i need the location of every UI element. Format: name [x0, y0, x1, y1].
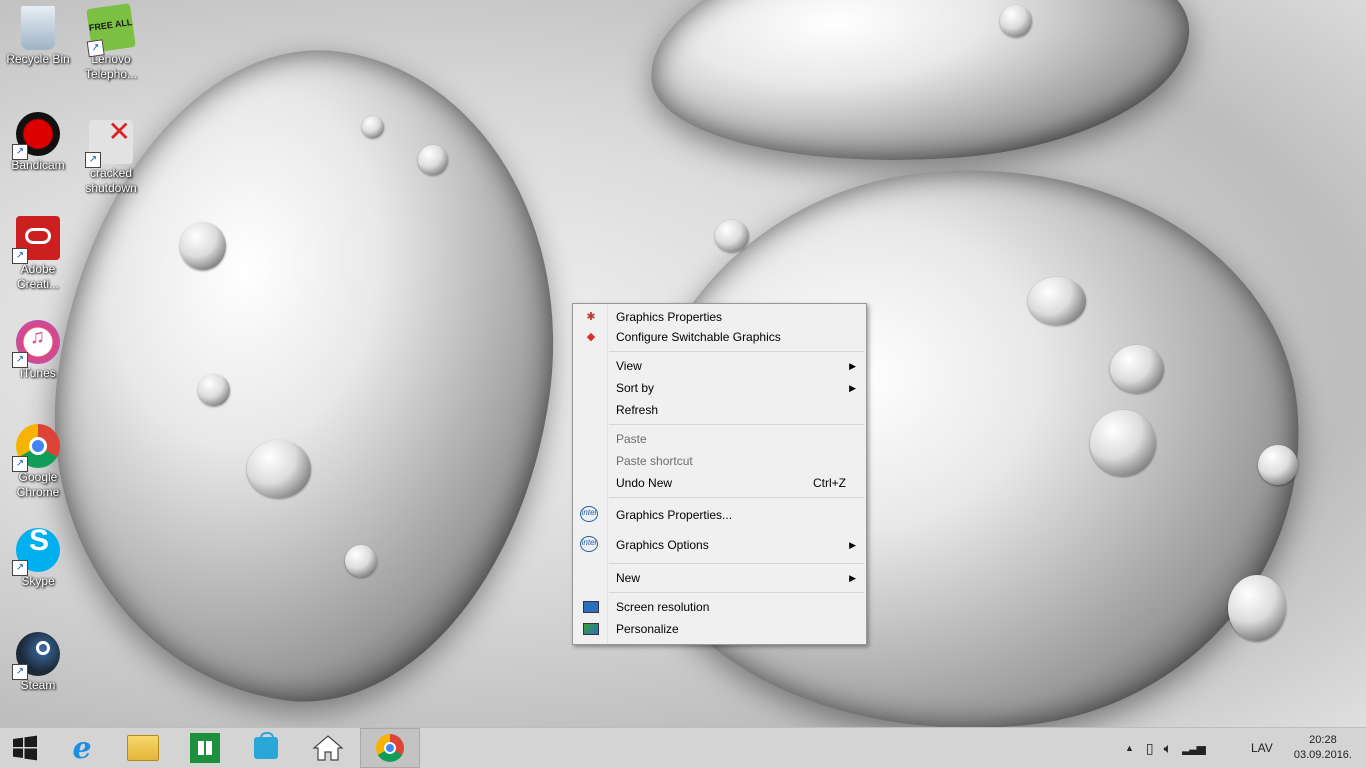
menu-item-sort-by[interactable]: Sort by ▶: [575, 377, 864, 399]
desktop-icon-adobe-creative-cloud[interactable]: ↗ Adobe Creati...: [2, 216, 74, 292]
water-drop: [1090, 410, 1156, 476]
system-tray: ▲ ▯ 🔈︎ ▂▃▅: [1125, 728, 1206, 768]
shortcut-arrow-icon: ↗: [12, 456, 28, 472]
screen-resolution-icon: [583, 601, 599, 613]
water-drop: [180, 222, 226, 270]
clock-date: 03.09.2016.: [1293, 749, 1352, 761]
desktop-context-menu: ✱ Graphics Properties ◆ Configure Switch…: [572, 303, 867, 645]
adobe-creative-cloud-icon: ↗: [12, 216, 60, 264]
clock[interactable]: 20:28 03.09.2016.: [1294, 733, 1352, 763]
chevron-right-icon: ▶: [849, 573, 856, 583]
menu-item-intel-graphics-options[interactable]: intel Graphics Options ▶: [575, 532, 864, 558]
menu-separator: [609, 563, 864, 564]
taskbar-google-chrome[interactable]: [360, 728, 420, 768]
desktop-icon-cracked-shutdown[interactable]: ✕ ↗ cracked shutdown: [75, 118, 147, 196]
menu-item-new[interactable]: New ▶: [575, 567, 864, 589]
clock-time: 20:28: [1309, 734, 1337, 746]
home-icon: [312, 735, 344, 761]
intel-logo-icon: intel: [580, 536, 598, 552]
start-icon: [13, 735, 37, 761]
chevron-right-icon: ▶: [849, 540, 856, 550]
internet-explorer-icon: e: [72, 730, 92, 766]
network-signal-icon[interactable]: ▂▃▅: [1182, 741, 1206, 755]
menu-separator: [609, 497, 864, 498]
skype-icon: S ↗: [12, 526, 60, 576]
taskbar-file-explorer[interactable]: [113, 728, 173, 768]
start-button[interactable]: [0, 728, 50, 768]
lenovo-telephony-icon: FREE ALL ↗: [86, 3, 136, 58]
shortcut-arrow-icon: ↗: [86, 39, 105, 58]
menu-item-personalize[interactable]: Personalize: [575, 618, 864, 640]
shortcut-arrow-icon: ↗: [12, 352, 28, 368]
show-hidden-icons-icon[interactable]: ▲: [1125, 743, 1134, 753]
shortcut-arrow-icon: ↗: [12, 664, 28, 680]
desktop-icon-google-chrome[interactable]: ↗ Google Chrome: [2, 424, 74, 500]
water-drop: [198, 374, 230, 406]
graphics-properties-icon: ✱: [586, 311, 596, 323]
menu-item-undo-new[interactable]: Undo New Ctrl+Z: [575, 472, 864, 494]
menu-item-intel-graphics-properties[interactable]: intel Graphics Properties...: [575, 502, 864, 528]
taskbar-windows-store[interactable]: [175, 728, 235, 768]
menu-item-screen-resolution[interactable]: Screen resolution: [575, 596, 864, 618]
taskbar-home[interactable]: [298, 728, 358, 768]
steam-icon: ↗: [12, 632, 60, 680]
menu-item-paste-shortcut: Paste shortcut: [616, 454, 693, 468]
menu-item-view[interactable]: View ▶: [575, 355, 864, 377]
taskbar-store-bag[interactable]: [236, 728, 296, 768]
store-bag-icon: [254, 732, 278, 759]
menu-separator: [609, 424, 864, 425]
water-drop: [362, 116, 384, 138]
desktop-icon-steam[interactable]: ↗ Steam: [2, 632, 74, 693]
water-drop: [345, 545, 377, 577]
switchable-graphics-icon: ◆: [586, 331, 596, 343]
itunes-icon: ♫ ↗: [12, 320, 60, 368]
power-battery-icon[interactable]: ▯: [1146, 740, 1154, 757]
water-drop: [715, 220, 749, 252]
shortcut-text: Ctrl+Z: [813, 476, 846, 490]
bandicam-icon: ↗: [12, 112, 60, 160]
file-explorer-icon: [127, 735, 159, 761]
menu-separator: [609, 351, 864, 352]
windows-store-icon: [190, 733, 220, 763]
shortcut-arrow-icon: ↗: [12, 248, 28, 264]
language-indicator[interactable]: LAV: [1251, 728, 1273, 768]
shortcut-arrow-icon: ↗: [85, 152, 101, 168]
wallpaper-stone: [642, 0, 1198, 179]
menu-item-refresh[interactable]: Refresh: [575, 399, 864, 421]
water-drop: [418, 145, 448, 175]
water-drop: [1110, 345, 1164, 393]
menu-item-configure-switchable-graphics[interactable]: ◆ Configure Switchable Graphics: [575, 326, 864, 348]
water-drop: [1000, 5, 1032, 37]
shortcut-arrow-icon: ↗: [12, 144, 28, 160]
taskbar: e ▲ ▯ 🔈︎ ▂▃▅ LAV 20:28 03.09.2016.: [0, 727, 1366, 768]
recycle-bin-icon: [21, 6, 55, 50]
intel-logo-icon: intel: [580, 506, 598, 522]
water-drop: [1028, 277, 1086, 325]
chevron-right-icon: ▶: [849, 361, 856, 371]
menu-item-paste: Paste: [616, 432, 647, 446]
desktop-icon-recycle-bin[interactable]: Recycle Bin: [2, 6, 74, 67]
water-drop: [1228, 575, 1286, 641]
menu-separator: [609, 592, 864, 593]
cracked-shutdown-icon: ✕ ↗: [85, 118, 133, 168]
desktop-icon-lenovo-telephony[interactable]: FREE ALL ↗ Lenovo Telepho...: [75, 3, 147, 82]
google-chrome-icon: ↗: [12, 424, 60, 472]
shortcut-arrow-icon: ↗: [12, 560, 28, 576]
chevron-right-icon: ▶: [849, 383, 856, 393]
water-drop: [247, 440, 311, 498]
desktop-icon-skype[interactable]: S ↗ Skype: [2, 526, 74, 589]
desktop-icon-bandicam[interactable]: ↗ Bandicam: [2, 112, 74, 173]
water-drop: [1258, 445, 1298, 485]
volume-icon[interactable]: 🔈︎: [1164, 740, 1172, 757]
personalize-icon: [583, 623, 599, 635]
taskbar-internet-explorer[interactable]: e: [52, 728, 112, 768]
desktop-icon-itunes[interactable]: ♫ ↗ iTunes: [2, 320, 74, 381]
google-chrome-icon: [376, 734, 404, 762]
menu-item-graphics-properties[interactable]: ✱ Graphics Properties: [575, 306, 864, 328]
